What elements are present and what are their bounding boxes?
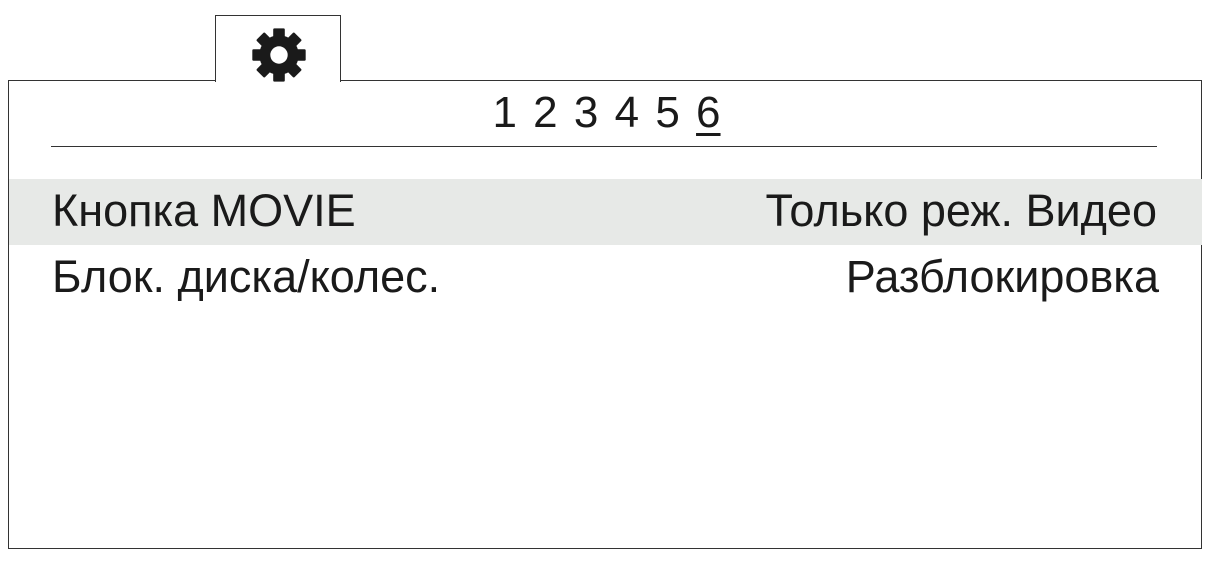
page-number-1[interactable]: 1 bbox=[492, 88, 516, 138]
tab-settings[interactable] bbox=[215, 15, 341, 82]
settings-panel bbox=[8, 80, 1202, 549]
menu-item-value: Разблокировка bbox=[845, 251, 1159, 302]
page-number-4[interactable]: 4 bbox=[615, 88, 639, 138]
menu-item-label: Блок. диска/колес. bbox=[52, 251, 441, 302]
page-number-5[interactable]: 5 bbox=[655, 88, 679, 138]
menu-item-movie-button[interactable]: Кнопка MOVIE Только реж. Видео bbox=[9, 179, 1202, 245]
gear-icon bbox=[252, 28, 306, 82]
page-number-6-current[interactable]: 6 bbox=[696, 88, 720, 138]
page-number-2[interactable]: 2 bbox=[533, 88, 557, 138]
menu-item-dial-wheel-lock[interactable]: Блок. диска/колес. Разблокировка bbox=[9, 245, 1202, 311]
header-divider bbox=[51, 146, 1157, 147]
page-number-3[interactable]: 3 bbox=[574, 88, 598, 138]
page-indicator: 1 2 3 4 5 6 bbox=[0, 88, 1213, 138]
menu-item-value: Только реж. Видео bbox=[765, 185, 1157, 236]
menu-item-label: Кнопка MOVIE bbox=[52, 185, 356, 236]
